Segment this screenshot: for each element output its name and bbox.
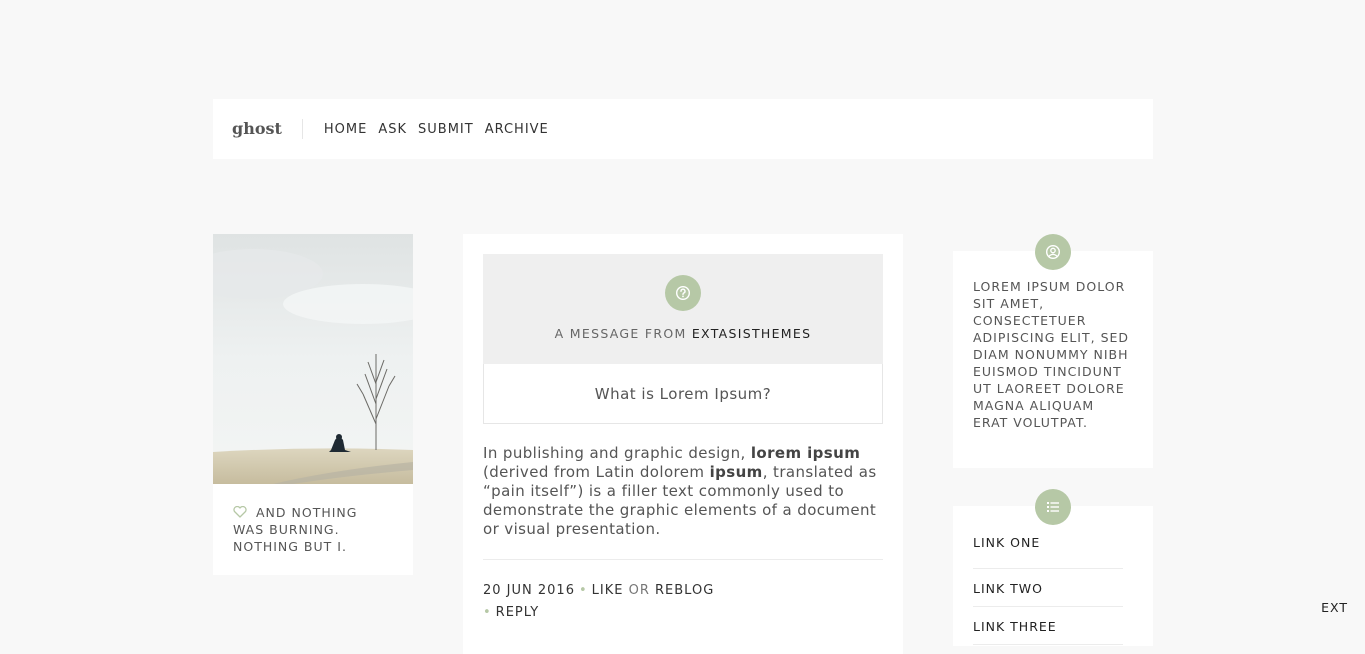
heart-icon[interactable] bbox=[233, 506, 247, 518]
lone-tree-photo bbox=[213, 234, 413, 484]
user-icon bbox=[1035, 234, 1071, 270]
separator-dot: • bbox=[483, 605, 492, 620]
blog-logo[interactable]: ghost bbox=[213, 119, 303, 139]
answer-segment: (derived from Latin dolorem bbox=[483, 463, 710, 481]
post-date[interactable]: 20 JUN 2016 bbox=[483, 583, 575, 598]
reblog-link[interactable]: REBLOG bbox=[655, 583, 714, 598]
sidebar-link-one[interactable]: LINK ONE bbox=[973, 531, 1123, 569]
post-meta: 20 JUN 2016 • LIKE OR REBLOG • REPLY bbox=[483, 580, 883, 624]
sidebar-link-three[interactable]: LINK THREE bbox=[973, 607, 1123, 645]
photo-card: AND NOTHING WAS BURNING. NOTHING BUT I. bbox=[213, 234, 413, 575]
caption-text: AND NOTHING WAS BURNING. NOTHING BUT I. bbox=[233, 505, 358, 554]
bio-text: Lorem ipsum dolor sit amet, consectetuer… bbox=[973, 279, 1130, 430]
question-icon bbox=[665, 275, 701, 311]
answer-bold: ipsum bbox=[709, 463, 763, 481]
link-label: LINK TWO bbox=[973, 581, 1044, 596]
nav-ask[interactable]: ASK bbox=[378, 122, 407, 137]
sidebar-bio-card: Lorem ipsum dolor sit amet, consectetuer… bbox=[953, 234, 1153, 468]
sidebar-links-card: LINK ONE LINK TWO LINK THREE bbox=[953, 489, 1153, 646]
message-from: A MESSAGE FROM EXTASISTHEMES bbox=[483, 326, 883, 341]
link-label: LINK THREE bbox=[973, 619, 1057, 634]
ask-post: A MESSAGE FROM EXTASISTHEMES What is Lor… bbox=[463, 234, 903, 654]
question-text: What is Lorem Ipsum? bbox=[483, 364, 883, 424]
answer-bold: lorem ipsum bbox=[750, 444, 861, 462]
nav-submit[interactable]: SUBMIT bbox=[418, 122, 474, 137]
header-bar: ghost HOME ASK SUBMIT ARCHIVE bbox=[213, 99, 1153, 159]
photo-caption: AND NOTHING WAS BURNING. NOTHING BUT I. bbox=[233, 504, 393, 555]
main-nav: HOME ASK SUBMIT ARCHIVE bbox=[324, 122, 560, 137]
sidebar-link-two[interactable]: LINK TWO bbox=[973, 569, 1123, 607]
link-label: LINK ONE bbox=[973, 535, 1041, 550]
message-prefix: A MESSAGE FROM bbox=[554, 326, 687, 341]
link-list: LINK ONE LINK TWO LINK THREE bbox=[953, 506, 1153, 645]
post-divider bbox=[483, 559, 883, 560]
corner-ext-label[interactable]: EXT bbox=[1321, 600, 1348, 615]
separator-dot: • bbox=[578, 583, 588, 598]
message-header: A MESSAGE FROM EXTASISTHEMES bbox=[483, 254, 883, 364]
list-icon bbox=[1035, 489, 1071, 525]
like-link[interactable]: LIKE bbox=[592, 583, 624, 598]
or-text: OR bbox=[628, 583, 650, 598]
answer-text: In publishing and graphic design, lorem … bbox=[483, 444, 883, 539]
message-box: A MESSAGE FROM EXTASISTHEMES What is Lor… bbox=[483, 254, 883, 424]
reply-link[interactable]: REPLY bbox=[496, 605, 540, 620]
answer-segment: In publishing and graphic design, bbox=[483, 444, 751, 462]
nav-archive[interactable]: ARCHIVE bbox=[485, 122, 549, 137]
asker-link[interactable]: EXTASISTHEMES bbox=[692, 326, 811, 341]
nav-home[interactable]: HOME bbox=[324, 122, 367, 137]
